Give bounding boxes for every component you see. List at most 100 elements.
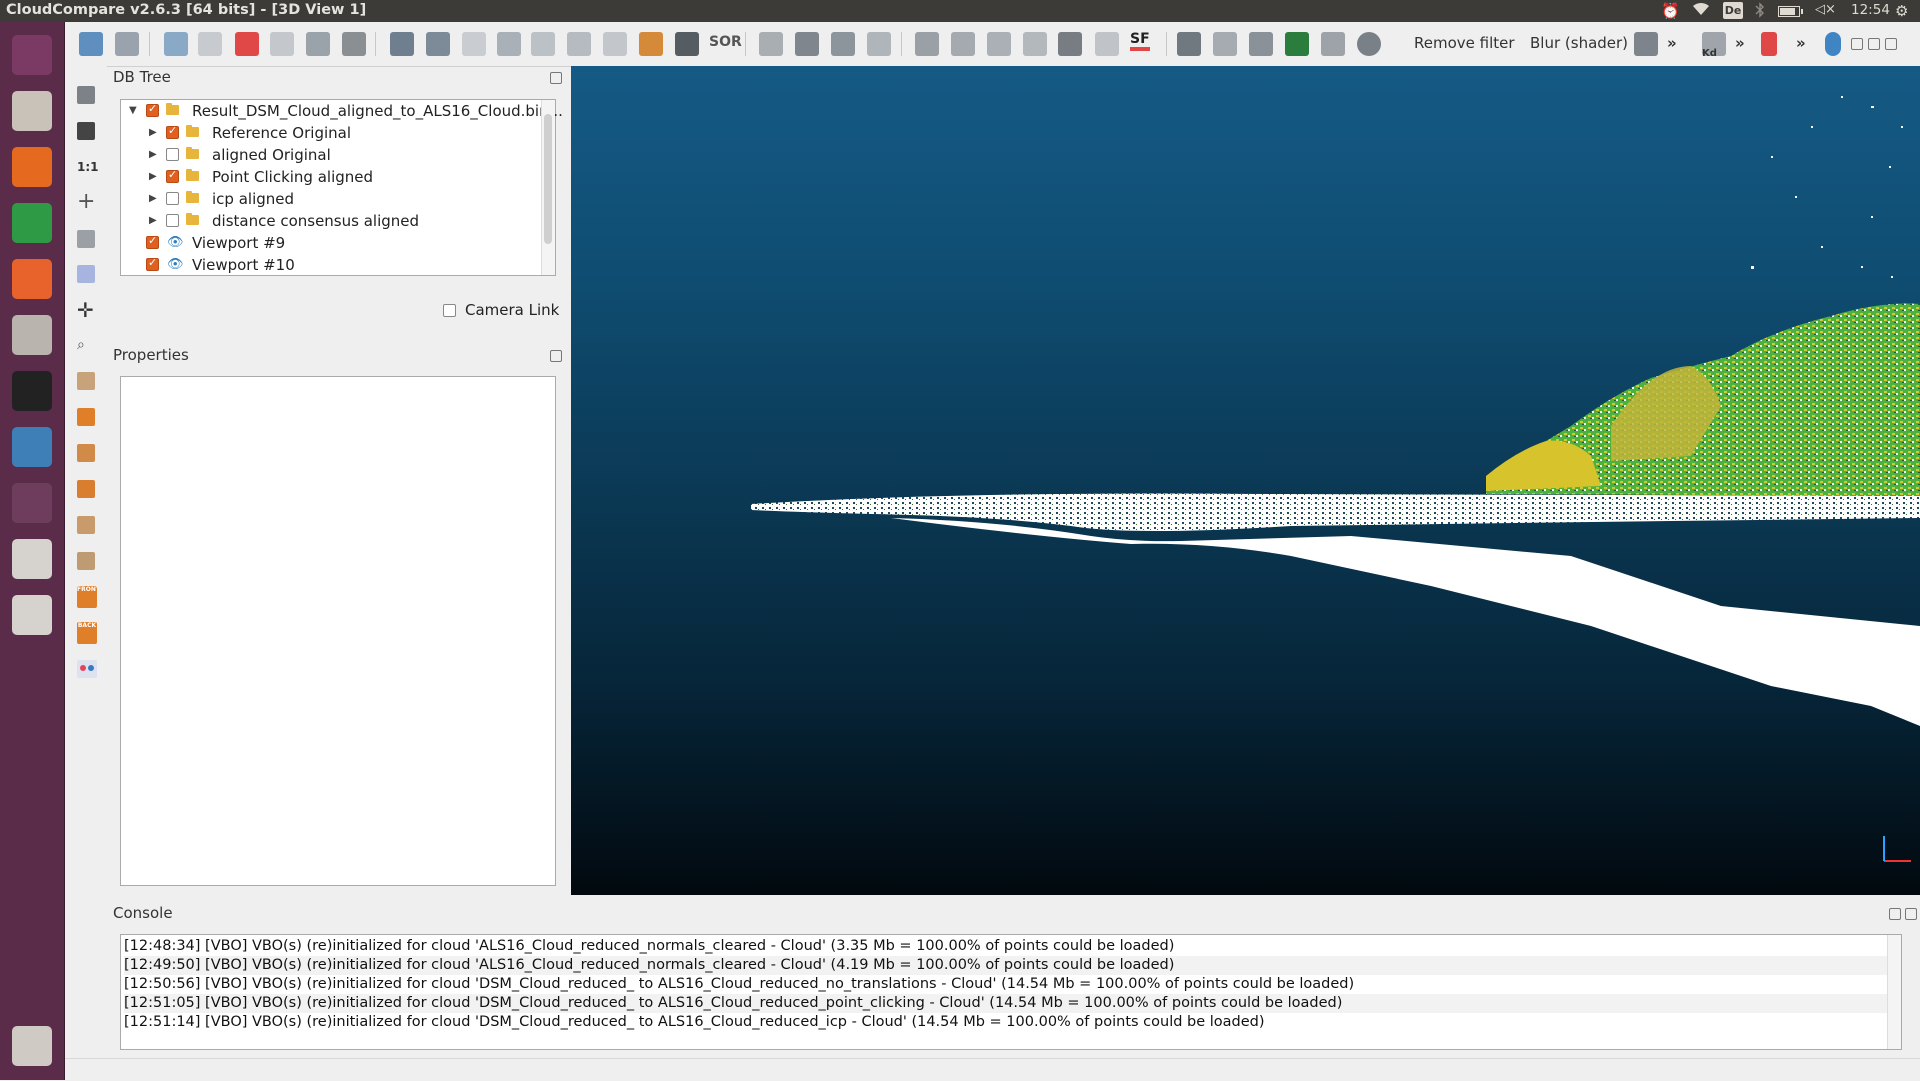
clock[interactable]: 12:54 <box>1851 2 1890 18</box>
hidden-point-removal-icon[interactable] <box>1249 32 1273 56</box>
checker-icon[interactable] <box>675 32 699 56</box>
expand-arrow-icon[interactable]: ▶ <box>149 171 157 182</box>
close-window-icon[interactable] <box>1885 38 1897 50</box>
bluetooth-icon[interactable] <box>1755 2 1765 22</box>
noise-icon[interactable] <box>531 32 555 56</box>
collapse-arrow-icon[interactable]: ▼ <box>129 105 137 116</box>
tree-checkbox[interactable] <box>166 124 179 139</box>
tree-item-point-clicking-aligned[interactable]: ▶ Point Clicking aligned <box>121 166 541 188</box>
expand-arrow-icon[interactable]: ▶ <box>149 193 157 204</box>
add-icon[interactable] <box>1058 32 1082 56</box>
console-scrollbar[interactable] <box>1887 935 1901 1049</box>
amazon-icon[interactable] <box>8 367 56 415</box>
tree-item-aligned-original[interactable]: ▶ aligned Original <box>121 144 541 166</box>
left-view-icon[interactable] <box>77 444 95 462</box>
alarm-clock-icon[interactable]: ⏰ <box>1661 2 1680 20</box>
more-tools-chevron-3[interactable]: » <box>1796 34 1806 52</box>
zoom-one-to-one-button[interactable]: 1:1 <box>77 160 99 178</box>
gradient-icon[interactable] <box>951 32 975 56</box>
open-file-icon[interactable] <box>79 32 103 56</box>
blur-shader-button[interactable]: Blur (shader) <box>1530 34 1628 52</box>
sample-points-icon[interactable] <box>462 32 486 56</box>
calculator-icon[interactable] <box>1095 32 1119 56</box>
trash-icon[interactable] <box>8 1022 56 1070</box>
tree-checkbox[interactable] <box>166 148 179 161</box>
tree-item-icp-aligned[interactable]: ▶ icp aligned <box>121 188 541 210</box>
firefox-icon[interactable] <box>8 143 56 191</box>
expand-arrow-icon[interactable]: ▶ <box>149 215 157 226</box>
scale-icon[interactable] <box>867 32 891 56</box>
settings-gear-icon[interactable]: ⚙ <box>1895 2 1908 20</box>
minimize-window-icon[interactable] <box>1851 38 1863 50</box>
restore-window-icon[interactable] <box>1868 38 1880 50</box>
animation-icon[interactable] <box>1177 32 1201 56</box>
pick-rotation-center-icon[interactable] <box>77 86 95 104</box>
sf-plugin-icon[interactable] <box>1761 32 1777 56</box>
k-plugin-icon[interactable] <box>1285 32 1309 56</box>
drive-icon[interactable] <box>8 535 56 583</box>
tree-checkbox[interactable] <box>166 214 179 227</box>
magnifier-icon[interactable]: ⌕ <box>77 337 95 355</box>
console-log[interactable]: [12:48:34] [VBO] VBO(s) (re)initialized … <box>120 934 1902 1050</box>
distance-icon[interactable] <box>567 32 591 56</box>
workspace-switcher-icon[interactable] <box>8 479 56 527</box>
stereo-mode-icon[interactable] <box>77 660 97 678</box>
iso-back-view-icon[interactable]: BACK <box>77 622 97 644</box>
front-view-icon[interactable] <box>77 408 95 426</box>
compute-sf-icon[interactable] <box>1023 32 1047 56</box>
light-icon[interactable] <box>77 265 95 283</box>
battery-icon[interactable] <box>1778 6 1803 17</box>
files-icon[interactable] <box>8 87 56 135</box>
delete-icon[interactable] <box>342 32 366 56</box>
graphical-transform-icon[interactable] <box>164 32 188 56</box>
expand-arrow-icon[interactable]: ▶ <box>149 149 157 160</box>
perspective-icon[interactable] <box>77 230 95 248</box>
more-tools-chevron[interactable]: » <box>1667 34 1677 52</box>
tree-item-viewport-9[interactable]: 👁 Viewport #9 <box>121 232 541 254</box>
wave-icon[interactable] <box>1213 32 1237 56</box>
remove-filter-button[interactable]: Remove filter <box>1414 34 1515 52</box>
top-view-icon[interactable] <box>77 372 95 390</box>
camera-link-checkbox[interactable] <box>443 304 456 317</box>
translate-rotate-icon[interactable] <box>306 32 330 56</box>
filter-icon[interactable] <box>1634 32 1658 56</box>
console-float-button[interactable] <box>1889 908 1901 920</box>
properties-panel[interactable] <box>120 376 556 886</box>
console-close-button[interactable] <box>1905 908 1917 920</box>
keyboard-layout-indicator[interactable]: De <box>1723 2 1743 19</box>
interaction-mode-icon[interactable]: ✛ <box>77 300 95 320</box>
iso-front-view-icon[interactable]: FRONT <box>77 586 97 608</box>
cloudcompare-icon[interactable] <box>8 423 56 471</box>
bottom-view-icon[interactable] <box>77 552 95 570</box>
zoom-in-plus-icon[interactable]: + <box>77 191 95 213</box>
tree-item-distance-consensus-aligned[interactable]: ▶ distance consensus aligned <box>121 210 541 232</box>
back-view-icon[interactable] <box>77 480 95 498</box>
sor-filter-button[interactable]: SOR <box>709 34 742 50</box>
sphere-icon[interactable] <box>1357 32 1381 56</box>
libreoffice-calc-icon[interactable] <box>8 199 56 247</box>
subsample-icon[interactable] <box>497 32 521 56</box>
clone-icon[interactable] <box>198 32 222 56</box>
screenshot-camera-icon[interactable] <box>77 122 95 140</box>
ubuntu-dash-icon[interactable] <box>8 31 56 79</box>
dbtree-float-button[interactable] <box>550 72 562 84</box>
cross-section-icon[interactable] <box>759 32 783 56</box>
segment-icon[interactable] <box>270 32 294 56</box>
software-center-icon[interactable] <box>8 255 56 303</box>
canupo-icon[interactable] <box>1321 32 1345 56</box>
tree-checkbox[interactable] <box>166 168 179 183</box>
cloud-cloud-distance-icon[interactable] <box>603 32 627 56</box>
mesh-icon[interactable] <box>639 32 663 56</box>
tree-item-reference-original[interactable]: ▶ Reference Original <box>121 122 541 144</box>
tree-checkbox[interactable] <box>146 256 159 271</box>
wifi-icon[interactable] <box>1692 2 1710 20</box>
tree-item-viewport-10[interactable]: 👁 Viewport #10 <box>121 254 541 276</box>
tree-scrollbar[interactable] <box>541 100 555 275</box>
3d-view[interactable] <box>571 66 1920 895</box>
threshold-icon[interactable] <box>987 32 1011 56</box>
crosshair-icon[interactable] <box>795 32 819 56</box>
plane-icon[interactable] <box>831 32 855 56</box>
point-picking-icon[interactable] <box>235 32 259 56</box>
save-icon[interactable] <box>115 32 139 56</box>
expand-arrow-icon[interactable]: ▶ <box>149 127 157 138</box>
